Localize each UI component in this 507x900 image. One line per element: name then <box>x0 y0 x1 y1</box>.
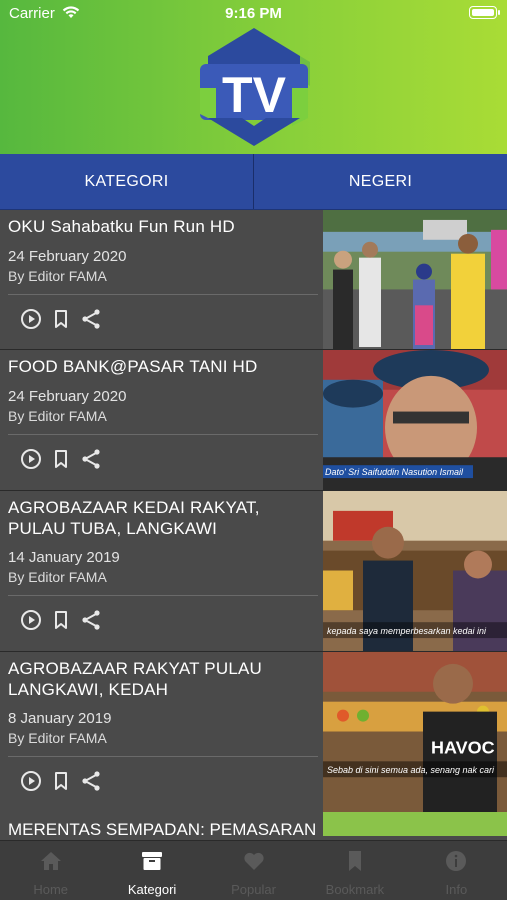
info-icon <box>446 851 467 871</box>
video-thumbnail[interactable]: HAVOC Sebab di sini semua ada, senang na… <box>323 652 507 812</box>
video-thumbnail[interactable] <box>323 812 507 836</box>
video-date: 8 January 2019 <box>8 710 112 727</box>
home-icon <box>40 852 61 870</box>
video-title: AGROBAZAAR RAKYAT PULAU LANGKAWI, KEDAH <box>8 659 262 699</box>
divider <box>8 756 318 757</box>
play-icon[interactable] <box>20 609 42 631</box>
tab-home[interactable]: Home <box>0 841 101 900</box>
bottom-tab-bar: Home Kategori Popular Bookmark Info <box>0 840 507 900</box>
divider <box>8 434 318 435</box>
video-title: FOOD BANK@PASAR TANI HD <box>8 357 258 376</box>
bookmark-icon[interactable] <box>50 609 72 631</box>
list-item[interactable]: AGROBAZAAR RAKYAT PULAU LANGKAWI, KEDAH … <box>0 652 507 813</box>
video-date: 24 February 2020 <box>8 248 127 265</box>
top-tabs: KATEGORI NEGERI <box>0 154 507 210</box>
play-icon[interactable] <box>20 770 42 792</box>
share-icon[interactable] <box>80 448 102 470</box>
list-item[interactable]: MERENTAS SEMPADAN: PEMASARAN <box>0 812 507 840</box>
tv-logo: TV <box>200 28 310 146</box>
tab-label: Home <box>33 882 69 897</box>
thumbnail-caption: Dato' Sri Saifuddin Nasution Ismail <box>325 467 464 477</box>
tab-popular[interactable]: Popular <box>203 841 304 900</box>
video-author: By Editor FAMA <box>8 408 107 424</box>
video-author: By Editor FAMA <box>8 569 107 585</box>
svg-text:HAVOC: HAVOC <box>431 737 495 757</box>
thumbnail-caption: Sebab di sini semua ada, senang nak cari <box>327 765 495 775</box>
video-author: By Editor FAMA <box>8 730 107 746</box>
play-icon[interactable] <box>20 308 42 330</box>
tab-label: Bookmark <box>325 882 385 897</box>
tab-info[interactable]: Info <box>406 841 507 900</box>
tab-kategori[interactable]: KATEGORI <box>0 154 253 209</box>
tab-label: Kategori <box>127 882 177 897</box>
divider <box>8 595 318 596</box>
tab-label: Info <box>445 882 468 897</box>
battery-icon <box>469 6 500 19</box>
list-item[interactable]: OKU Sahabatku Fun Run HD 24 February 202… <box>0 210 507 350</box>
thumbnail-caption: kepada saya memperbesarkan kedai ini <box>327 626 487 636</box>
bookmark-icon[interactable] <box>50 448 72 470</box>
play-icon[interactable] <box>20 448 42 470</box>
svg-text:TV: TV <box>222 67 287 123</box>
video-title: OKU Sahabatku Fun Run HD <box>8 217 235 236</box>
tab-negeri[interactable]: NEGERI <box>253 154 507 209</box>
action-row <box>20 308 102 330</box>
list-item[interactable]: AGROBAZAAR KEDAI RAKYAT, PULAU TUBA, LAN… <box>0 491 507 652</box>
action-row <box>20 770 102 792</box>
bookmark-icon <box>348 851 361 871</box>
bookmark-icon[interactable] <box>50 770 72 792</box>
tab-kategori-bottom[interactable]: Kategori <box>101 841 202 900</box>
list-item[interactable]: FOOD BANK@PASAR TANI HD 24 February 2020… <box>0 350 507 491</box>
status-bar: Carrier 9:16 PM <box>0 0 507 26</box>
video-thumbnail[interactable]: Dato' Sri Saifuddin Nasution Ismail <box>323 350 507 490</box>
video-thumbnail[interactable] <box>323 210 507 349</box>
share-icon[interactable] <box>80 770 102 792</box>
divider <box>8 294 318 295</box>
video-author: By Editor FAMA <box>8 268 107 284</box>
bookmark-icon[interactable] <box>50 308 72 330</box>
archive-icon <box>142 852 163 870</box>
share-icon[interactable] <box>80 609 102 631</box>
tab-bookmark[interactable]: Bookmark <box>304 841 405 900</box>
action-row <box>20 609 102 631</box>
video-title: MERENTAS SEMPADAN: PEMASARAN <box>8 820 317 839</box>
heart-icon <box>243 852 264 870</box>
action-row <box>20 448 102 470</box>
video-title: AGROBAZAAR KEDAI RAKYAT, PULAU TUBA, LAN… <box>8 498 260 538</box>
clock: 9:16 PM <box>225 5 282 22</box>
video-thumbnail[interactable]: kepada saya memperbesarkan kedai ini <box>323 491 507 651</box>
tab-label: Popular <box>231 882 276 897</box>
share-icon[interactable] <box>80 308 102 330</box>
video-list: OKU Sahabatku Fun Run HD 24 February 202… <box>0 210 507 840</box>
video-date: 24 February 2020 <box>8 388 127 405</box>
video-date: 14 January 2019 <box>8 549 120 566</box>
